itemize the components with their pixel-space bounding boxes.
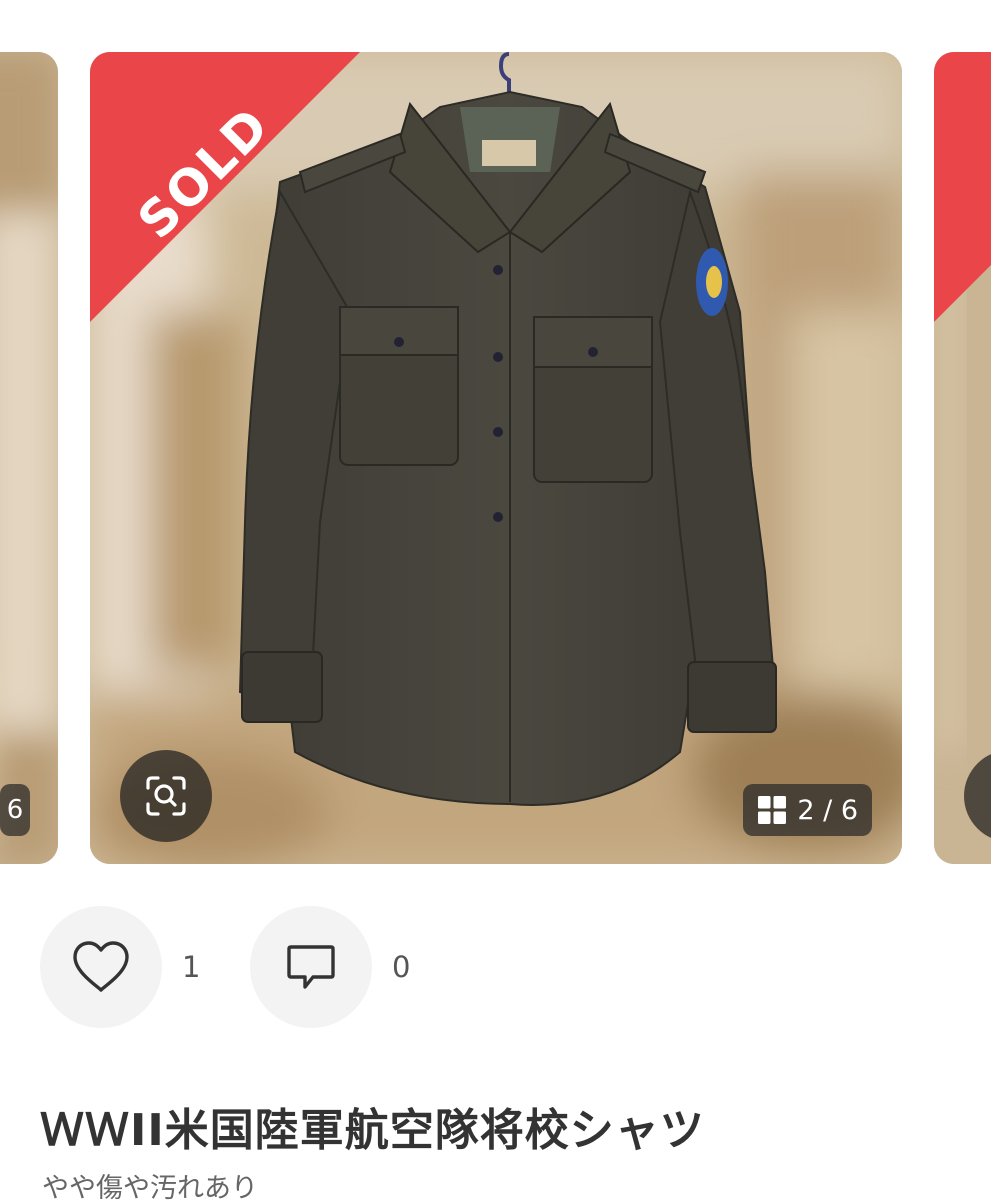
carousel-card-previous[interactable]: 6 <box>0 52 58 864</box>
item-detail-page: 6 SOLD 2 / 6 1 0 ＷＷII米国陸軍航空隊将校シャツ やや傷や汚れ… <box>0 0 991 1200</box>
product-photo[interactable] <box>90 52 902 864</box>
carousel-card-current[interactable]: SOLD 2 / 6 <box>90 52 902 864</box>
image-carousel[interactable]: 6 SOLD 2 / 6 <box>0 0 991 880</box>
like-count: 1 <box>182 950 201 984</box>
zoom-button[interactable] <box>120 750 212 842</box>
comment-count: 0 <box>392 950 411 984</box>
carousel-card-next[interactable] <box>934 52 991 864</box>
item-title: ＷＷII米国陸軍航空隊将校シャツ <box>40 1105 705 1156</box>
product-photo-next <box>934 52 991 864</box>
zoom-scan-icon <box>146 776 186 816</box>
grid-icon <box>757 795 787 825</box>
image-counter-badge-previous: 6 <box>0 784 30 836</box>
image-counter-text-previous: 6 <box>6 795 24 825</box>
product-photo-previous <box>0 52 58 864</box>
image-counter-text: 2 / 6 <box>797 794 858 826</box>
comment-button[interactable] <box>250 906 372 1028</box>
like-button[interactable] <box>40 906 162 1028</box>
image-counter-badge[interactable]: 2 / 6 <box>743 784 872 836</box>
comment-icon <box>287 945 335 989</box>
heart-icon <box>73 941 129 992</box>
engagement-actions: 1 0 <box>40 906 442 1028</box>
item-condition: やや傷や汚れあり <box>42 1173 258 1200</box>
